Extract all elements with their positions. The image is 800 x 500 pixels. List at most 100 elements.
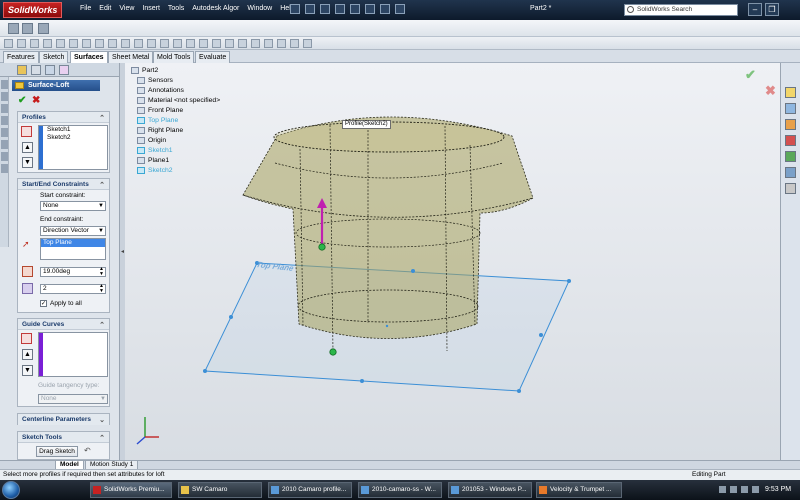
side-icon[interactable] (1, 128, 8, 137)
move-up-button[interactable]: ▲ (22, 142, 33, 153)
tool-icon[interactable] (173, 39, 182, 48)
tree-item-sensors[interactable]: Sensors (137, 76, 173, 85)
configuration-manager-icon[interactable] (45, 65, 55, 75)
undo-sketch-icon[interactable]: ↶ (84, 446, 91, 455)
view-palette-icon[interactable] (785, 151, 796, 162)
tool-icon[interactable] (290, 39, 299, 48)
tool-icon[interactable] (17, 39, 26, 48)
tool-icon[interactable] (69, 39, 78, 48)
open-icon[interactable] (305, 4, 315, 14)
collapse-icon[interactable]: ⌃ (99, 320, 105, 331)
taskbar-button[interactable]: Velocity & Trumpet ... (536, 482, 622, 498)
menu-edit[interactable]: Edit (99, 5, 111, 12)
tool-icon[interactable] (82, 39, 91, 48)
network-icon[interactable] (719, 486, 726, 493)
toolbar-icon[interactable] (8, 23, 19, 34)
side-icon[interactable] (1, 164, 8, 173)
feature-manager-icon[interactable] (17, 65, 27, 75)
tool-icon[interactable] (186, 39, 195, 48)
taskbar-button[interactable]: 2010 Camaro profile... (268, 482, 352, 498)
toolbar-icon[interactable] (38, 23, 49, 34)
side-icon[interactable] (1, 116, 8, 125)
side-icon[interactable] (1, 92, 8, 101)
taskbar-button[interactable]: 201053 - Windows P... (448, 482, 532, 498)
cancel-button[interactable]: ✖ (32, 95, 40, 106)
angle-input[interactable]: 19.00deg ▲ ▼ (40, 267, 106, 277)
tool-icon[interactable] (238, 39, 247, 48)
tool-icon[interactable] (303, 39, 312, 48)
taskbar-button[interactable]: SolidWorks Premiu... (90, 482, 172, 498)
connector-handle[interactable] (318, 243, 326, 251)
tab-surfaces[interactable]: Surfaces (70, 51, 108, 63)
tab-features[interactable]: Features (3, 51, 39, 63)
tool-icon[interactable] (199, 39, 208, 48)
model-view[interactable] (125, 63, 780, 460)
tree-item-origin[interactable]: Origin (137, 136, 166, 145)
guide-curves-list[interactable] (38, 332, 108, 377)
tab-sheet-metal[interactable]: Sheet Metal (108, 51, 154, 63)
ok-button[interactable]: ✔ (18, 95, 26, 106)
confirm-ok-icon[interactable]: ✔ (745, 67, 756, 83)
tray-icon[interactable] (741, 486, 748, 493)
taskbar-button[interactable]: SW Camaro (178, 482, 262, 498)
tool-icon[interactable] (95, 39, 104, 48)
menu-view[interactable]: View (119, 5, 134, 12)
list-item[interactable]: Sketch1 (39, 126, 107, 134)
app-logo[interactable]: SolidWorks (3, 2, 63, 18)
restore-button[interactable]: ❐ (765, 3, 779, 16)
list-item[interactable]: Sketch2 (39, 134, 107, 142)
side-icon[interactable] (1, 104, 8, 113)
options-icon[interactable] (395, 4, 405, 14)
tree-item-material[interactable]: Material <not specified> (137, 96, 220, 105)
expand-icon[interactable]: ⌄ (99, 415, 105, 426)
tool-icon[interactable] (30, 39, 39, 48)
collapse-icon[interactable]: ⌃ (99, 433, 105, 444)
collapse-icon[interactable]: ⌃ (99, 113, 105, 124)
tool-icon[interactable] (56, 39, 65, 48)
appearances-icon[interactable] (785, 167, 796, 178)
side-icon[interactable] (1, 152, 8, 161)
custom-properties-icon[interactable] (785, 183, 796, 194)
tree-item-top-plane[interactable]: Top Plane (137, 116, 178, 125)
side-icon[interactable] (1, 140, 8, 149)
drag-sketch-button[interactable]: Drag Sketch (36, 446, 78, 457)
rebuild-icon[interactable] (380, 4, 390, 14)
tool-icon[interactable] (121, 39, 130, 48)
plane-handle[interactable] (517, 389, 521, 393)
tool-icon[interactable] (108, 39, 117, 48)
tree-item-front-plane[interactable]: Front Plane (137, 106, 183, 115)
confirm-cancel-icon[interactable]: ✖ (765, 83, 776, 99)
move-down-button[interactable]: ▼ (22, 365, 33, 376)
new-icon[interactable] (290, 4, 300, 14)
tool-icon[interactable] (277, 39, 286, 48)
toolbar-icon[interactable] (22, 23, 33, 34)
select-icon[interactable] (365, 4, 375, 14)
tree-item-annotations[interactable]: Annotations (137, 86, 184, 95)
undo-icon[interactable] (350, 4, 360, 14)
tree-item-right-plane[interactable]: Right Plane (137, 126, 183, 135)
tree-root[interactable]: Part2 (131, 66, 158, 75)
sketch-tools-title[interactable]: Sketch Tools ⌃ (18, 432, 109, 443)
apply-to-all-checkbox[interactable]: ✓ (40, 300, 47, 307)
direction-vector-list[interactable]: Top Plane (40, 238, 106, 260)
profiles-list[interactable]: Sketch1 Sketch2 (38, 125, 108, 170)
menu-file[interactable]: File (80, 5, 91, 12)
tray-icon[interactable] (752, 486, 759, 493)
tab-sketch[interactable]: Sketch (39, 51, 69, 63)
plane-handle[interactable] (229, 315, 233, 319)
start-constraint-select[interactable]: None ▼ (40, 201, 106, 211)
centerline-title[interactable]: Centerline Parameters ⌄ (18, 414, 109, 425)
menu-window[interactable]: Window (247, 5, 272, 12)
tree-item-plane1[interactable]: Plane1 (137, 156, 169, 165)
guide-curves-title[interactable]: Guide Curves ⌃ (18, 319, 109, 330)
connector-handle[interactable] (329, 348, 337, 356)
tree-item-sketch1[interactable]: Sketch1 (137, 146, 173, 155)
menu-tools[interactable]: Tools (168, 5, 184, 12)
plane-handle[interactable] (567, 279, 571, 283)
plane-handle[interactable] (203, 369, 207, 373)
tool-icon[interactable] (251, 39, 260, 48)
tab-mold-tools[interactable]: Mold Tools (153, 51, 195, 63)
tool-icon[interactable] (134, 39, 143, 48)
end-constraint-select[interactable]: Direction Vector ▼ (40, 226, 106, 236)
tool-icon[interactable] (264, 39, 273, 48)
